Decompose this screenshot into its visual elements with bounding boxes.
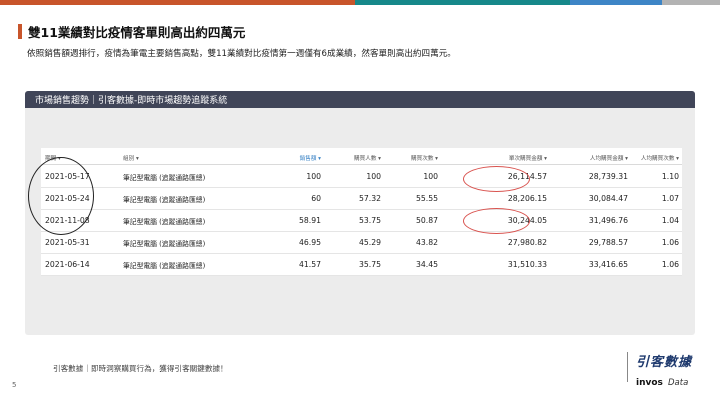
cell-buyers: 53.75 [358,216,381,225]
cell-buyers: 45.29 [358,238,381,247]
cell-avg-order-value: 30,244.05 [507,216,547,225]
header-group[interactable]: 組別 ▾ [123,151,139,164]
top-color-bar [0,0,720,5]
cell-spend-per-buyer: 31,496.76 [588,216,628,225]
cell-purchases: 50.87 [415,216,438,225]
header-purchases[interactable]: 購買次數 ▾ [381,151,438,164]
cell-group: 筆記型電腦 (追蹤通路匯總) [123,173,206,182]
slide-title: 雙11業績對比疫情客單則高出約四萬元 [28,24,246,40]
table-row: 2021-05-17 筆記型電腦 (追蹤通路匯總) 100 100 100 26… [41,166,682,188]
cell-buyers: 100 [366,172,381,181]
slide-title-row: 雙11業績對比疫情客單則高出約四萬元 [18,23,246,40]
title-accent-bar [18,23,22,39]
cell-period: 2021-11-08 [45,216,90,225]
cell-buyers: 35.75 [358,260,381,269]
logo-brand: invos [636,378,663,388]
cell-group: 筆記型電腦 (追蹤通路匯總) [123,239,206,248]
cell-purchases-per-buyer: 1.04 [661,216,679,225]
cell-avg-order-value: 26,114.57 [507,172,547,181]
table-header-row: 期間 ▾ 組別 ▾ 銷售額 ▾ 購買人數 ▾ 購買次數 ▾ 單次購買金額 ▾ 人… [41,151,682,165]
cell-spend-per-buyer: 30,084.47 [588,194,628,203]
cell-spend-per-buyer: 29,788.57 [588,238,628,247]
cell-purchases-per-buyer: 1.07 [661,194,679,203]
table-row: 2021-11-08 筆記型電腦 (追蹤通路匯總) 58.91 53.75 50… [41,210,682,232]
top-bar-gray-segment [662,0,720,5]
cell-purchases: 55.55 [415,194,438,203]
sales-table: 期間 ▾ 組別 ▾ 銷售額 ▾ 購買人數 ▾ 購買次數 ▾ 單次購買金額 ▾ 人… [41,148,682,276]
cell-purchases: 43.82 [415,238,438,247]
header-period[interactable]: 期間 ▾ [45,151,61,164]
cell-spend-per-buyer: 33,416.65 [588,260,628,269]
cell-purchases-per-buyer: 1.06 [661,238,679,247]
header-spend-per-buyer[interactable]: 人均購買金額 ▾ [547,151,628,164]
cell-period: 2021-06-14 [45,260,90,269]
cell-period: 2021-05-31 [45,238,90,247]
cell-purchases: 34.45 [415,260,438,269]
header-sales[interactable]: 銷售額 ▾ [261,151,321,164]
logo-suffix: Data [668,378,689,388]
table-row: 2021-06-14 筆記型電腦 (追蹤通路匯總) 41.57 35.75 34… [41,254,682,276]
cell-sales: 100 [306,172,321,181]
cell-sales: 58.91 [298,216,321,225]
dashboard-panel: 市場銷售趨勢｜引客數據-即時市場趨勢追蹤系統 期間 ▾ 組別 ▾ 銷售額 ▾ 購… [25,91,695,335]
cell-group: 筆記型電腦 (追蹤通路匯總) [123,217,206,226]
cell-purchases-per-buyer: 1.10 [661,172,679,181]
header-avg-order-value[interactable]: 單次購買金額 ▾ [438,151,547,164]
cell-purchases-per-buyer: 1.06 [661,260,679,269]
cell-period: 2021-05-17 [45,172,90,181]
cell-spend-per-buyer: 28,739.31 [588,172,628,181]
cell-avg-order-value: 27,980.82 [507,238,547,247]
invos-data-logo: 引客數據 invos Data [627,351,707,388]
logo-divider [627,352,628,382]
cell-avg-order-value: 28,206.15 [507,194,547,203]
top-bar-orange-segment [0,0,355,5]
cell-group: 筆記型電腦 (追蹤通路匯總) [123,261,206,270]
cell-avg-order-value: 31,510.33 [507,260,547,269]
footer-tagline: 引客數據｜即時洞察購買行為，獲得引客關鍵數據！ [53,364,228,373]
page-number: 5 [12,381,17,389]
slide-subtitle: 依照銷售額週排行，疫情為筆電主要銷售高點，雙11業績對比疫情第一週僅有6成業績，… [27,49,456,59]
cell-group: 筆記型電腦 (追蹤通路匯總) [123,195,206,204]
panel-header: 市場銷售趨勢｜引客數據-即時市場趨勢追蹤系統 [25,91,695,108]
panel-title: 市場銷售趨勢｜引客數據-即時市場趨勢追蹤系統 [35,96,228,106]
header-purchases-per-buyer[interactable]: 人均購買次數 ▾ [628,151,679,164]
logo-chinese-name: 引客數據 [636,355,693,370]
cell-period: 2021-05-24 [45,194,90,203]
top-bar-blue-segment [570,0,662,5]
header-buyers[interactable]: 購買人數 ▾ [321,151,381,164]
cell-buyers: 57.32 [358,194,381,203]
table-row: 2021-05-31 筆記型電腦 (追蹤通路匯總) 46.95 45.29 43… [41,232,682,254]
cell-sales: 46.95 [298,238,321,247]
logo-brand-line: invos Data [636,370,688,389]
cell-sales: 60 [311,194,321,203]
cell-sales: 41.57 [298,260,321,269]
cell-purchases: 100 [423,172,438,181]
table-row: 2021-05-24 筆記型電腦 (追蹤通路匯總) 60 57.32 55.55… [41,188,682,210]
top-bar-teal-segment [355,0,570,5]
